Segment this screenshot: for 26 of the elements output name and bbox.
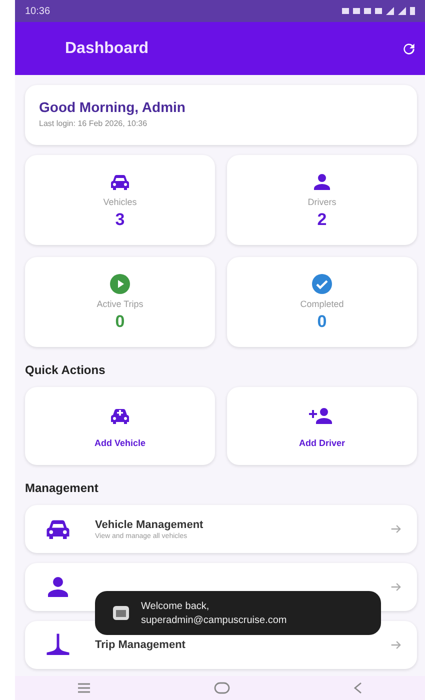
check-circle-icon [310,272,334,296]
stat-value: 2 [317,210,327,230]
item-title: Trip Management [95,639,186,651]
home-icon[interactable] [214,682,230,694]
toast-text: Welcome back, [141,600,210,612]
stat-label: Completed [300,299,344,309]
quick-action-button[interactable]: Add Vehicle [25,387,215,465]
play-icon [108,272,132,296]
stat-label: Vehicles [103,197,137,207]
stat-label: Active Trips [96,299,144,309]
quick-action-button[interactable]: Add Driver [227,387,417,465]
section-heading: Management [25,481,100,495]
menu-icon[interactable] [76,683,91,693]
back-icon[interactable] [353,682,364,694]
last-login-text: Last login: 16 Feb 2026, 10:36 [39,119,148,128]
stat-value: 0 [317,312,327,332]
battery-icon [410,7,415,15]
app-bar-title: Dashboard [65,40,149,58]
refresh-icon[interactable] [401,40,417,56]
section-heading: Quick Actions [25,363,106,377]
greeting-title: Good Morning, Admin [39,99,186,115]
stat-value: 3 [115,210,125,230]
status-time: 10:36 [25,6,50,16]
stat-label: Drivers [308,197,336,207]
stat-value: 0 [115,312,125,332]
item-title: Vehicle Management [95,518,204,530]
